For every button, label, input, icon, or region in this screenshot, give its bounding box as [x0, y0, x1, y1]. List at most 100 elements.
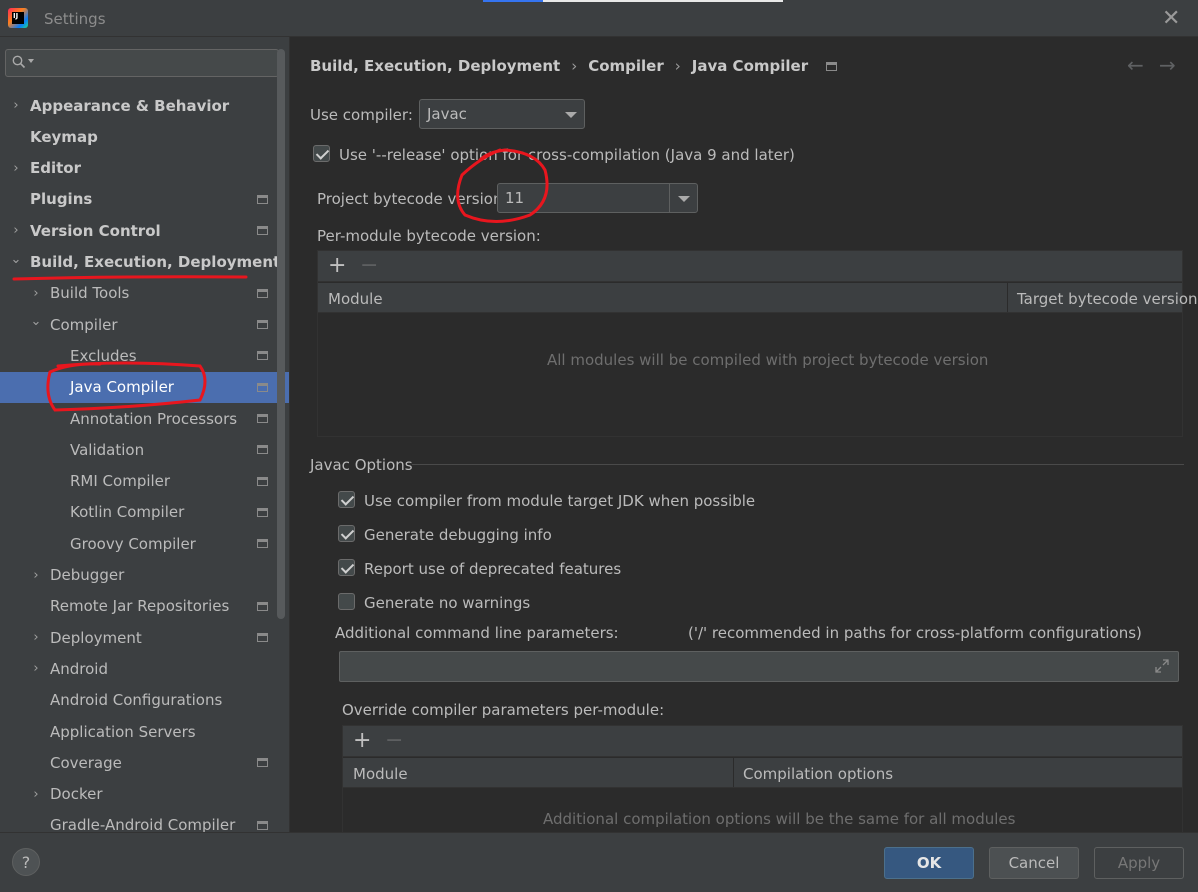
project-scope-icon — [257, 476, 268, 486]
sidebar-item-compiler[interactable]: ⌄ Compiler — [0, 309, 289, 340]
checkbox-label[interactable]: Use compiler from module target JDK when… — [364, 492, 755, 510]
breadcrumb: Build, Execution, Deployment › Compiler … — [310, 57, 838, 75]
minus-icon: − — [360, 253, 379, 278]
sidebar-item-java-compiler[interactable]: Java Compiler — [0, 371, 289, 403]
plus-icon[interactable]: + — [328, 253, 346, 278]
sidebar-item-label: Annotation Processors — [70, 409, 238, 428]
bytecode-version-label: Project bytecode version: — [317, 190, 508, 208]
release-option-checkbox[interactable] — [313, 145, 330, 162]
override-table: + − Module Compilation options Additiona… — [342, 725, 1183, 835]
chevron-down-icon[interactable]: ⌄ — [10, 252, 22, 267]
checkbox-label[interactable]: Generate debugging info — [364, 526, 552, 544]
sidebar-item-rmi-compiler[interactable]: RMI Compiler — [0, 466, 289, 497]
sidebar-item-label: Debugger — [50, 566, 125, 584]
sidebar-item-build-execution-deployment[interactable]: ⌄ Build, Execution, Deployment — [0, 247, 289, 278]
sidebar-item-application-servers[interactable]: Application Servers — [0, 716, 289, 747]
chevron-right-icon[interactable]: › — [10, 161, 22, 176]
sidebar-item-label: Plugins — [30, 190, 93, 209]
project-scope-icon — [826, 61, 838, 71]
sidebar-item-excludes[interactable]: Excludes — [0, 340, 289, 371]
help-button[interactable]: ? — [12, 848, 40, 876]
project-scope-icon — [257, 820, 268, 830]
empty-table-text: All modules will be compiled with projec… — [547, 351, 989, 369]
chevron-right-icon[interactable]: › — [10, 98, 22, 113]
sidebar-item-label: Kotlin Compiler — [70, 503, 185, 522]
sidebar-item-coverage[interactable]: Coverage — [0, 747, 289, 778]
column-divider[interactable] — [733, 758, 734, 787]
chevron-right-icon[interactable]: › — [10, 223, 22, 238]
apply-button[interactable]: Apply — [1094, 847, 1184, 879]
sidebar-item-annotation-processors[interactable]: Annotation Processors — [0, 403, 289, 434]
sidebar-item-android[interactable]: › Android — [0, 653, 289, 684]
chevron-right-icon[interactable]: › — [30, 661, 42, 676]
sidebar-item-version-control[interactable]: › Version Control — [0, 215, 289, 246]
chevron-down-icon — [678, 196, 690, 202]
arrow-left-icon[interactable]: ← — [1127, 53, 1144, 77]
deprecated-features-checkbox[interactable] — [338, 559, 355, 576]
checkbox-label[interactable]: Report use of deprecated features — [364, 560, 621, 578]
debug-info-checkbox[interactable] — [338, 525, 355, 542]
intellij-logo-icon: IJ — [8, 8, 28, 28]
breadcrumb-item[interactable]: Build, Execution, Deployment — [310, 57, 560, 75]
additional-params-field[interactable] — [339, 651, 1179, 682]
sidebar-item-android-configurations[interactable]: Android Configurations — [0, 685, 289, 716]
project-scope-icon — [257, 633, 268, 643]
sidebar-item-label: Build, Execution, Deployment — [30, 253, 281, 271]
compiler-select[interactable]: Javac — [419, 99, 585, 129]
bytecode-version-select[interactable]: 11 — [497, 183, 698, 213]
column-divider[interactable] — [1007, 283, 1008, 312]
chevron-right-icon[interactable]: › — [30, 630, 42, 645]
sidebar-item-docker[interactable]: › Docker — [0, 779, 289, 810]
sidebar-item-appearance-behavior[interactable]: › Appearance & Behavior — [0, 90, 289, 121]
column-header-module[interactable]: Module — [328, 290, 383, 308]
title-bar: IJ Settings ✕ — [0, 0, 1198, 37]
sidebar-item-keymap[interactable]: Keymap — [0, 121, 289, 152]
chevron-right-icon: › — [571, 57, 578, 75]
no-warnings-checkbox[interactable] — [338, 593, 355, 610]
chevron-down-icon[interactable]: ⌄ — [30, 314, 42, 329]
use-module-jdk-checkbox[interactable] — [338, 491, 355, 508]
sidebar-scrollbar[interactable] — [277, 49, 285, 619]
sidebar-item-debugger[interactable]: › Debugger — [0, 560, 289, 591]
close-icon[interactable]: ✕ — [1162, 6, 1180, 31]
window-title: Settings — [44, 10, 106, 28]
additional-params-label: Additional command line parameters: — [335, 624, 619, 642]
expand-icon[interactable] — [1154, 658, 1170, 674]
sidebar-item-kotlin-compiler[interactable]: Kotlin Compiler — [0, 497, 289, 528]
column-header-options[interactable]: Compilation options — [743, 765, 893, 783]
chevron-down-icon — [565, 112, 577, 118]
sidebar-item-label: Editor — [30, 159, 81, 178]
breadcrumb-item[interactable]: Compiler — [588, 57, 664, 75]
table-toolbar: + − — [318, 251, 1182, 282]
chevron-right-icon[interactable]: › — [30, 568, 42, 583]
empty-table-text: Additional compilation options will be t… — [543, 810, 1016, 828]
ok-button[interactable]: OK — [884, 847, 974, 879]
sidebar-item-deployment[interactable]: › Deployment — [0, 622, 289, 653]
sidebar-item-label: Gradle-Android Compiler — [50, 816, 236, 832]
sidebar-item-plugins[interactable]: Plugins — [0, 184, 289, 215]
sidebar-item-build-tools[interactable]: › Build Tools — [0, 278, 289, 309]
chevron-right-icon[interactable]: › — [30, 787, 42, 802]
sidebar-item-label: Java Compiler — [70, 378, 174, 397]
column-header-target[interactable]: Target bytecode version — [1017, 290, 1198, 308]
cancel-button[interactable]: Cancel — [989, 847, 1079, 879]
column-header-module[interactable]: Module — [353, 765, 408, 783]
sidebar-item-remote-jar-repositories[interactable]: Remote Jar Repositories — [0, 591, 289, 622]
release-option-label[interactable]: Use '--release' option for cross-compila… — [339, 146, 795, 164]
search-input[interactable] — [5, 49, 279, 77]
sidebar-item-validation[interactable]: Validation — [0, 434, 289, 465]
sidebar-item-editor[interactable]: › Editor — [0, 153, 289, 184]
search-options-icon — [28, 59, 34, 63]
sidebar-item-gradle-android-compiler[interactable]: Gradle-Android Compiler — [0, 810, 289, 832]
sidebar-item-groovy-compiler[interactable]: Groovy Compiler — [0, 528, 289, 559]
project-scope-icon — [257, 194, 268, 204]
sidebar-item-label: Coverage — [50, 753, 122, 772]
plus-icon[interactable]: + — [353, 728, 371, 753]
checkbox-label[interactable]: Generate no warnings — [364, 594, 530, 612]
sidebar-item-label: Version Control — [30, 221, 161, 240]
chevron-right-icon[interactable]: › — [30, 286, 42, 301]
sidebar-item-label: Validation — [70, 440, 145, 459]
arrow-right-icon[interactable]: → — [1159, 53, 1176, 77]
override-label: Override compiler parameters per-module: — [342, 701, 665, 719]
combo-divider — [669, 184, 670, 212]
